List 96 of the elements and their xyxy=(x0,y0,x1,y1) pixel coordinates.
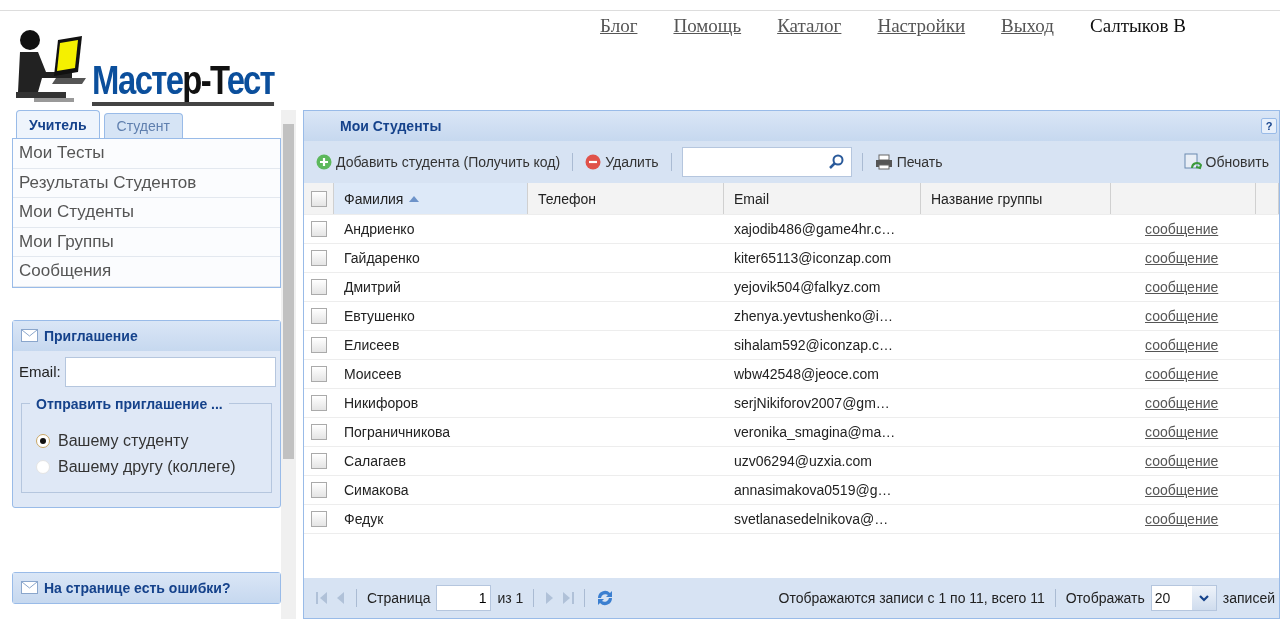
row-checkbox[interactable] xyxy=(311,424,327,440)
last-page-icon[interactable] xyxy=(562,591,575,605)
nav-link[interactable]: Каталог xyxy=(777,15,842,108)
sidebar-menu-item[interactable]: Мои Студенты xyxy=(13,198,280,228)
sidebar-tab[interactable]: Учитель xyxy=(16,110,100,138)
user-name: Салтыков В xyxy=(1089,15,1186,38)
message-link[interactable]: сообщение xyxy=(1111,482,1256,498)
plus-icon xyxy=(316,154,332,170)
nav-link[interactable]: Помощь xyxy=(673,15,742,108)
panel-title: Приглашение xyxy=(44,327,138,344)
records-label: записей xyxy=(1222,590,1275,606)
table-cell-text: xajodib486@game4hr.c… xyxy=(733,221,897,237)
column-header[interactable]: Фамилия xyxy=(334,183,528,214)
message-link[interactable]: сообщение xyxy=(1111,308,1256,324)
column-header[interactable]: Название группы xyxy=(921,183,1111,214)
logo-text[interactable]: Мастер-Тест xyxy=(92,58,274,106)
row-checkbox[interactable] xyxy=(311,395,327,411)
table-cell-text: Моисеев xyxy=(343,366,403,382)
nav-link[interactable]: Настройки xyxy=(877,15,966,108)
field-label: Email: xyxy=(19,363,61,380)
table-cell-text: Симакова xyxy=(343,482,410,498)
table-cell-text: Елисеев xyxy=(343,337,401,353)
printer-icon xyxy=(874,154,893,170)
sidebar-menu-item[interactable]: Сообщения xyxy=(13,257,280,287)
radio-label: Вашему студенту xyxy=(58,431,189,450)
table-cell-text: annasimakova0519@g… xyxy=(733,482,893,498)
message-link[interactable]: сообщение xyxy=(1111,395,1256,411)
row-checkbox[interactable] xyxy=(311,337,327,353)
table-cell-text: svetlanasedelnikova@… xyxy=(733,511,890,527)
message-link[interactable]: сообщение xyxy=(1111,453,1256,469)
table-cell-text: Никифоров xyxy=(343,395,420,411)
select-all-checkbox[interactable] xyxy=(311,190,327,207)
message-link[interactable]: сообщение xyxy=(1111,221,1256,237)
envelope-icon xyxy=(21,581,38,594)
row-checkbox[interactable] xyxy=(311,250,327,266)
table-cell-text: wbw42548@jeoce.com xyxy=(733,366,880,382)
page-size-select[interactable]: 20 xyxy=(1150,585,1217,611)
message-link[interactable]: сообщение xyxy=(1111,279,1256,295)
table-cell-text: veronika_smagina@ma… xyxy=(733,424,897,440)
row-checkbox[interactable] xyxy=(311,482,327,498)
table-cell-text: Пограничникова xyxy=(343,424,452,440)
table-cell-text: sihalam592@iconzap.c… xyxy=(733,337,894,353)
message-link[interactable]: сообщение xyxy=(1111,424,1256,440)
panel-title: На странице есть ошибки? xyxy=(44,579,231,596)
sort-ascending-icon xyxy=(409,195,420,202)
column-header[interactable]: Email xyxy=(724,183,921,214)
message-link[interactable]: сообщение xyxy=(1111,366,1256,382)
add-student-button[interactable]: Добавить студента (Получить код) xyxy=(314,152,563,172)
table-cell-text: Салагаев xyxy=(343,453,407,469)
table-cell-text: Евтушенко xyxy=(343,308,416,324)
table-cell-text: Андриенко xyxy=(343,221,416,237)
search-icon[interactable] xyxy=(828,154,845,170)
sidebar-menu-item[interactable]: Мои Тесты xyxy=(13,139,280,169)
email-field[interactable] xyxy=(64,356,276,387)
table-cell-text: zhenya.yevtushenko@i… xyxy=(733,308,894,324)
page-size-label: Отображать xyxy=(1065,590,1145,606)
search-field[interactable] xyxy=(681,147,852,177)
column-header[interactable]: Телефон xyxy=(528,183,724,214)
page-count: из 1 xyxy=(497,590,524,606)
scrollbar-thumb[interactable] xyxy=(283,124,294,459)
envelope-icon xyxy=(21,329,38,342)
row-checkbox[interactable] xyxy=(311,511,327,527)
nav-link[interactable]: Выход xyxy=(1001,15,1054,108)
chevron-down-icon xyxy=(1198,594,1209,602)
table-cell-text: serjNikiforov2007@gm… xyxy=(733,395,891,411)
page-label: Страница xyxy=(367,590,431,606)
message-link[interactable]: сообщение xyxy=(1111,337,1256,353)
table-cell-text: kiter65113@iconzap.com xyxy=(733,250,893,266)
records-status: Отображаются записи с 1 по 11, всего 11 xyxy=(778,590,1045,606)
delete-button[interactable]: Удалить xyxy=(583,152,661,172)
radio-button[interactable] xyxy=(36,433,50,448)
table-cell-text: uzv06294@uzxia.com xyxy=(733,453,873,469)
help-button[interactable]: ? xyxy=(1261,118,1277,134)
table-cell-text: Федук xyxy=(343,511,385,527)
minus-icon xyxy=(585,154,602,170)
table-cell-text: Дмитрий xyxy=(343,279,402,295)
row-checkbox[interactable] xyxy=(311,453,327,469)
table-cell-text: yejovik504@falkyz.com xyxy=(733,279,882,295)
message-link[interactable]: сообщение xyxy=(1111,250,1256,266)
table-cell-text: Гайдаренко xyxy=(343,250,421,266)
sidebar-menu-item[interactable]: Результаты Студентов xyxy=(13,168,280,198)
page-number-field[interactable]: 1 xyxy=(436,585,492,611)
print-button[interactable]: Печать xyxy=(872,152,945,172)
sidebar-menu-item[interactable]: Мои Группы xyxy=(13,227,280,257)
row-checkbox[interactable] xyxy=(311,366,327,382)
row-checkbox[interactable] xyxy=(311,221,327,237)
refresh-sheet-icon xyxy=(1183,153,1202,171)
refresh-button[interactable]: Обновить xyxy=(1181,151,1271,173)
radio-label: Вашему другу (коллеге) xyxy=(58,457,236,476)
panel-title: Мои Студенты xyxy=(340,118,442,134)
nav-link[interactable]: Блог xyxy=(600,15,638,108)
row-checkbox[interactable] xyxy=(311,279,327,295)
first-page-icon[interactable] xyxy=(316,591,328,605)
scrollbar[interactable] xyxy=(281,110,296,619)
row-checkbox[interactable] xyxy=(311,308,327,324)
message-link[interactable]: сообщение xyxy=(1111,511,1256,527)
